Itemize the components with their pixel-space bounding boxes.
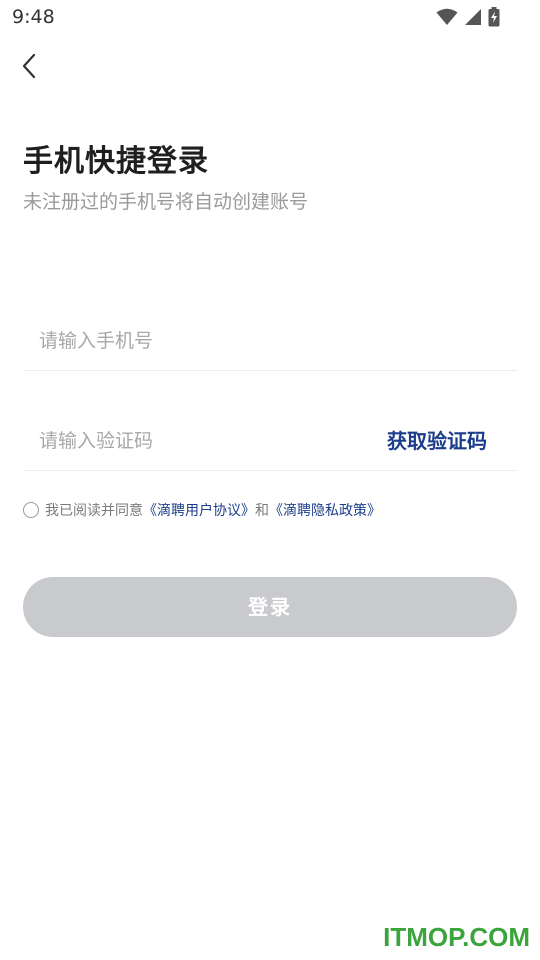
phone-input[interactable] — [39, 311, 509, 371]
agreement-prefix: 我已阅读并同意 — [45, 503, 143, 519]
verification-code-input[interactable] — [39, 411, 359, 471]
watermark: ITMOP.COM — [383, 922, 530, 952]
chevron-left-icon — [21, 53, 37, 83]
verification-code-field: 获取验证码 — [23, 411, 517, 471]
agreement-conjunction: 和 — [255, 503, 269, 519]
get-code-button[interactable]: 获取验证码 — [387, 411, 487, 471]
status-time: 9:48 — [12, 6, 55, 28]
page-title: 手机快捷登录 — [23, 144, 209, 179]
status-bar: 9:48 — [0, 0, 540, 36]
user-agreement-link[interactable]: 《滴聘用户协议》 — [143, 500, 255, 520]
privacy-policy-link[interactable]: 《滴聘隐私政策》 — [269, 500, 381, 520]
battery-charging-icon — [488, 7, 500, 27]
status-icons — [436, 7, 500, 27]
signal-icon — [464, 8, 482, 26]
agreement-row: 我已阅读并同意 《滴聘用户协议》 和 《滴聘隐私政策》 — [23, 500, 381, 520]
login-screen: 9:48 手机快捷登录 未注册过的手机号将自动创建账号 请输入手机号 请输入验证… — [0, 0, 540, 960]
wifi-icon — [436, 8, 458, 26]
back-button[interactable] — [12, 50, 46, 86]
phone-field — [23, 311, 517, 371]
login-button[interactable]: 登录 — [23, 577, 517, 637]
page-subtitle: 未注册过的手机号将自动创建账号 — [23, 191, 309, 213]
agree-checkbox[interactable] — [23, 502, 39, 518]
